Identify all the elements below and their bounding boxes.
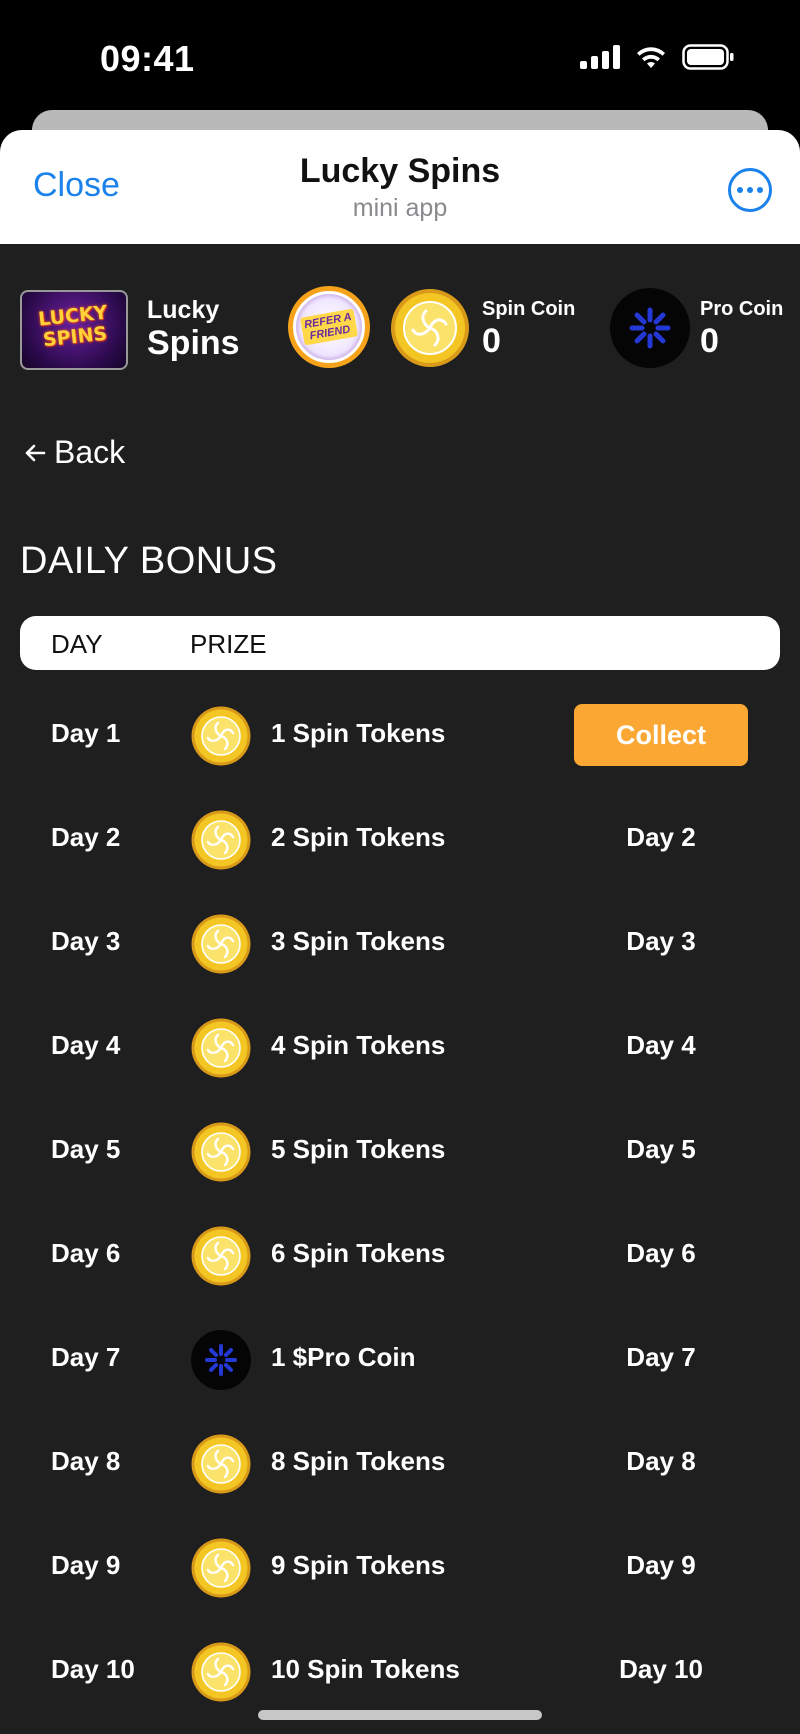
row-prize: 1 $Pro Coin (271, 1342, 416, 1372)
row-status: Day 5 (626, 1134, 696, 1164)
row-status: Day 6 (626, 1238, 696, 1268)
row-day: Day 6 (51, 1238, 121, 1268)
spin-coin-icon (391, 289, 469, 367)
collect-button[interactable]: Collect (574, 704, 748, 766)
bonus-row: Day 4 4 Spin Tokens Day 4 (0, 996, 800, 1100)
row-day: Day 2 (51, 822, 121, 852)
bonus-row: Day 3 3 Spin Tokens Day 3 (0, 892, 800, 996)
spin-coin-icon (191, 1538, 251, 1598)
bonus-row: Day 5 5 Spin Tokens Day 5 (0, 1100, 800, 1204)
row-prize: 1 Spin Tokens (271, 718, 446, 748)
pro-coin-icon (191, 1330, 251, 1390)
status-time: 09:41 (100, 38, 195, 79)
spin-coin-icon (191, 1226, 251, 1286)
spin-coin-icon (191, 1122, 251, 1182)
spin-coin-icon (191, 1642, 251, 1702)
top-bar: LUCKY SPINS Lucky Spins REFER A FRIEND Spi… (0, 244, 800, 384)
mini-app-header: Close Lucky Spins mini app (0, 130, 800, 244)
brand-name-top: Lucky (147, 296, 220, 324)
spin-coin-icon (191, 1018, 251, 1078)
row-status: Day 8 (626, 1446, 696, 1476)
table-header: DAY PRIZE (20, 616, 780, 670)
bonus-row: Day 9 9 Spin Tokens Day 9 (0, 1516, 800, 1620)
bonus-row: Day 7 1 $Pro Coin Day 7 (0, 1308, 800, 1412)
row-status: Day 4 (626, 1030, 696, 1060)
row-status: Day 10 (619, 1654, 703, 1684)
pro-coin-label: Pro Coin (700, 298, 784, 320)
row-day: Day 3 (51, 926, 121, 956)
column-header-day: DAY (51, 629, 103, 659)
spin-coin-icon (191, 810, 251, 870)
row-day: Day 4 (51, 1030, 121, 1060)
back-label: Back (54, 434, 126, 470)
home-indicator (258, 1710, 542, 1720)
row-status: Day 3 (626, 926, 696, 956)
row-prize: 10 Spin Tokens (271, 1654, 460, 1684)
row-status: Day 9 (626, 1550, 696, 1580)
pro-coin-balance: 0 (700, 322, 719, 360)
row-prize: 4 Spin Tokens (271, 1030, 446, 1060)
back-button[interactable]: Back (24, 434, 125, 471)
more-options-button[interactable] (728, 168, 772, 212)
row-day: Day 5 (51, 1134, 121, 1164)
row-prize: 6 Spin Tokens (271, 1238, 446, 1268)
row-day: Day 1 (51, 718, 121, 748)
main-content: LUCKY SPINS Lucky Spins REFER A FRIEND Spi… (0, 244, 800, 1734)
column-header-prize: PRIZE (190, 629, 267, 659)
bonus-row: Day 6 6 Spin Tokens Day 6 (0, 1204, 800, 1308)
spin-coin-label: Spin Coin (482, 298, 576, 320)
arrow-left-icon (25, 444, 46, 461)
row-prize: 5 Spin Tokens (271, 1134, 446, 1164)
row-prize: 9 Spin Tokens (271, 1550, 446, 1580)
daily-bonus-list: Day 1 1 Spin Tokens Collect Day 2 2 Spin Tok… (0, 684, 800, 1724)
ellipsis-icon (737, 187, 743, 193)
page-heading: DAILY BONUS (20, 540, 278, 582)
spin-coin-icon (191, 706, 251, 766)
row-prize: 8 Spin Tokens (271, 1446, 446, 1476)
wifi-icon (634, 44, 668, 70)
bonus-row: Day 8 8 Spin Tokens Day 8 (0, 1412, 800, 1516)
spin-coin-icon (191, 1434, 251, 1494)
row-status: Day 2 (626, 822, 696, 852)
row-day: Day 7 (51, 1342, 121, 1372)
app-subtitle: mini app (352, 194, 448, 222)
battery-icon (682, 44, 734, 70)
status-icons (580, 44, 734, 70)
row-day: Day 9 (51, 1550, 121, 1580)
lucky-spins-logo: LUCKY SPINS (20, 290, 128, 370)
spin-coin-balance: 0 (482, 322, 501, 360)
status-bar: 09:41 (0, 0, 800, 112)
row-status: Day 7 (626, 1342, 696, 1372)
bonus-row: Day 10 10 Spin Tokens Day 10 (0, 1620, 800, 1724)
row-day: Day 10 (51, 1654, 135, 1684)
row-prize: 3 Spin Tokens (271, 926, 446, 956)
brand-name-bottom: Spins (147, 324, 240, 362)
cellular-signal-icon (580, 45, 620, 69)
bonus-row: Day 2 2 Spin Tokens Day 2 (0, 788, 800, 892)
row-prize: 2 Spin Tokens (271, 822, 446, 852)
refer-friend-icon: REFER A FRIEND (293, 291, 365, 363)
spin-coin-icon (191, 914, 251, 974)
refer-a-friend-button[interactable]: REFER A FRIEND (288, 286, 370, 368)
row-day: Day 8 (51, 1446, 121, 1476)
bonus-row: Day 1 1 Spin Tokens Collect (0, 684, 800, 788)
app-title: Lucky Spins (299, 152, 501, 190)
pro-coin-icon (610, 288, 690, 368)
